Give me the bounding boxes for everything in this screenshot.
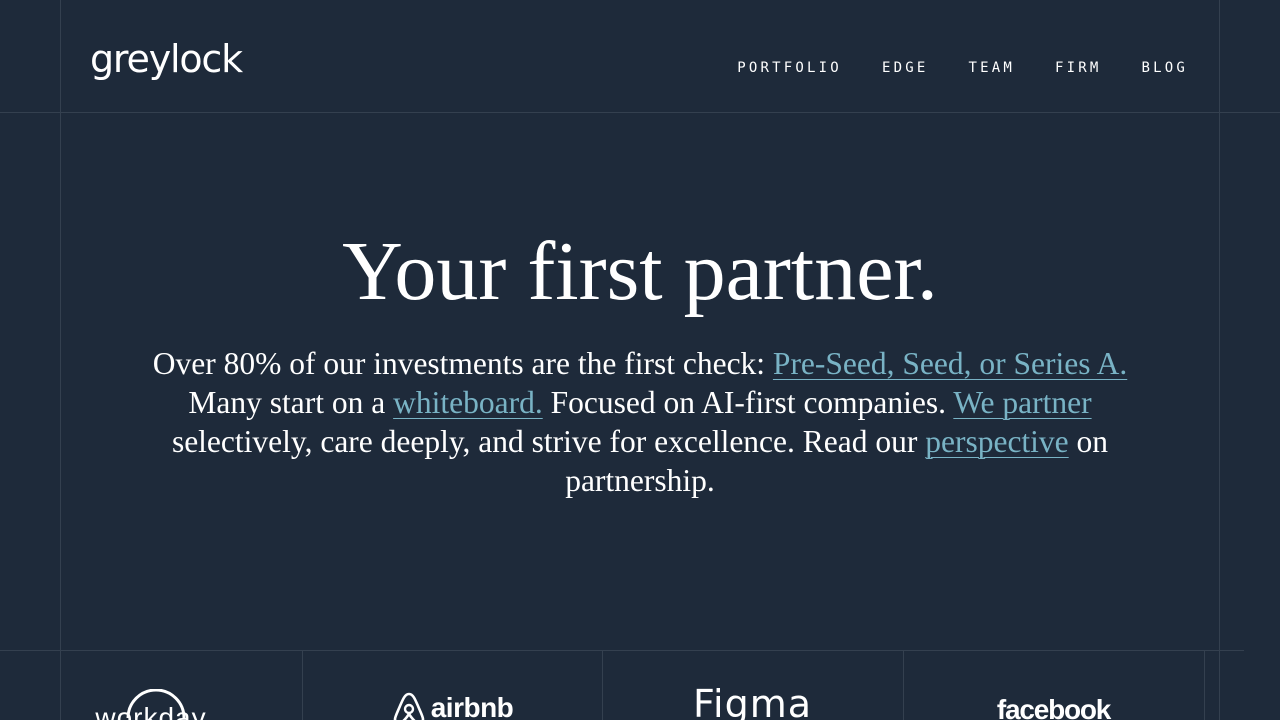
figma-logo[interactable]: Figma xyxy=(602,651,903,720)
header-divider xyxy=(0,112,1280,113)
logo-divider xyxy=(1204,651,1205,720)
airbnb-wordmark: airbnb xyxy=(430,692,514,720)
grid-line-right xyxy=(1219,0,1220,720)
we-partner-link[interactable]: We partner xyxy=(953,385,1091,420)
facebook-logo[interactable]: facebook xyxy=(903,651,1204,720)
hero-title: Your first partner. xyxy=(342,225,938,318)
hero-text-2: Many start on a xyxy=(188,385,394,420)
whiteboard-link[interactable]: whiteboard. xyxy=(393,385,543,420)
workday-wordmark: workday xyxy=(95,702,207,720)
greylock-logo[interactable]: greylock xyxy=(90,40,243,78)
airbnb-logo[interactable]: airbnb xyxy=(302,651,602,720)
nav-edge[interactable]: EDGE xyxy=(882,59,929,77)
perspective-link[interactable]: perspective xyxy=(925,424,1068,459)
hero-description: Over 80% of our investments are the firs… xyxy=(140,344,1140,500)
portfolio-logos: workday airbnb Figma facebook xyxy=(0,651,1280,720)
grid-line-left xyxy=(60,0,61,720)
figma-wordmark: Figma xyxy=(692,682,813,720)
hero-text-3: Focused on AI-first companies. xyxy=(542,385,954,420)
nav-portfolio[interactable]: PORTFOLIO xyxy=(737,59,842,77)
workday-logo[interactable]: workday xyxy=(0,651,302,720)
hero-text-1: Over 80% of our investments are the firs… xyxy=(152,346,773,381)
funding-stages-link[interactable]: Pre-Seed, Seed, or Series A. xyxy=(773,346,1127,381)
facebook-wordmark: facebook xyxy=(996,694,1112,720)
hero-text-4: selectively, care deeply, and strive for… xyxy=(171,424,926,459)
main-nav: PORTFOLIO EDGE TEAM FIRM BLOG xyxy=(737,59,1188,77)
nav-blog[interactable]: BLOG xyxy=(1141,59,1188,77)
nav-team[interactable]: TEAM xyxy=(968,59,1015,77)
nav-firm[interactable]: FIRM xyxy=(1055,59,1102,77)
